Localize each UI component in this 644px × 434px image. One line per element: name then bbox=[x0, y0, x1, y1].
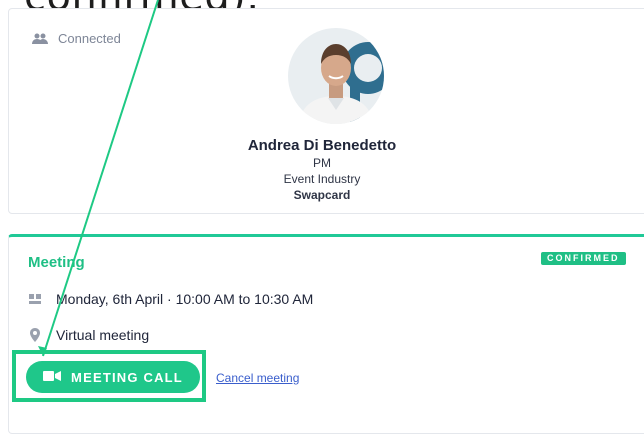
location-pin-icon bbox=[28, 328, 42, 342]
meeting-call-button[interactable]: MEETING CALL bbox=[26, 361, 200, 393]
contact-company: Swapcard bbox=[293, 188, 351, 202]
video-camera-icon bbox=[43, 370, 62, 385]
calendar-icon bbox=[28, 292, 42, 306]
contact-details: Andrea Di Benedetto PM Event Industry Sw… bbox=[0, 136, 644, 203]
meeting-location: Virtual meeting bbox=[56, 327, 150, 343]
connection-status: Connected bbox=[32, 31, 121, 46]
meeting-location-row: Virtual meeting bbox=[28, 327, 149, 343]
meeting-datetime-row: Monday, 6th April · 10:00 AM to 10:30 AM bbox=[28, 291, 313, 307]
people-icon bbox=[32, 33, 48, 45]
meeting-call-label: MEETING CALL bbox=[71, 369, 183, 385]
meeting-heading: Meeting bbox=[28, 254, 85, 271]
contact-title: PM bbox=[313, 156, 331, 170]
connection-status-label: Connected bbox=[58, 31, 121, 46]
contact-industry: Event Industry bbox=[283, 172, 361, 186]
contact-name: Andrea Di Benedetto bbox=[247, 137, 397, 154]
meeting-datetime: Monday, 6th April · 10:00 AM to 10:30 AM bbox=[56, 291, 314, 307]
status-badge: CONFIRMED bbox=[541, 252, 626, 265]
avatar bbox=[288, 28, 384, 124]
cancel-meeting-link[interactable]: Cancel meeting bbox=[216, 371, 299, 385]
